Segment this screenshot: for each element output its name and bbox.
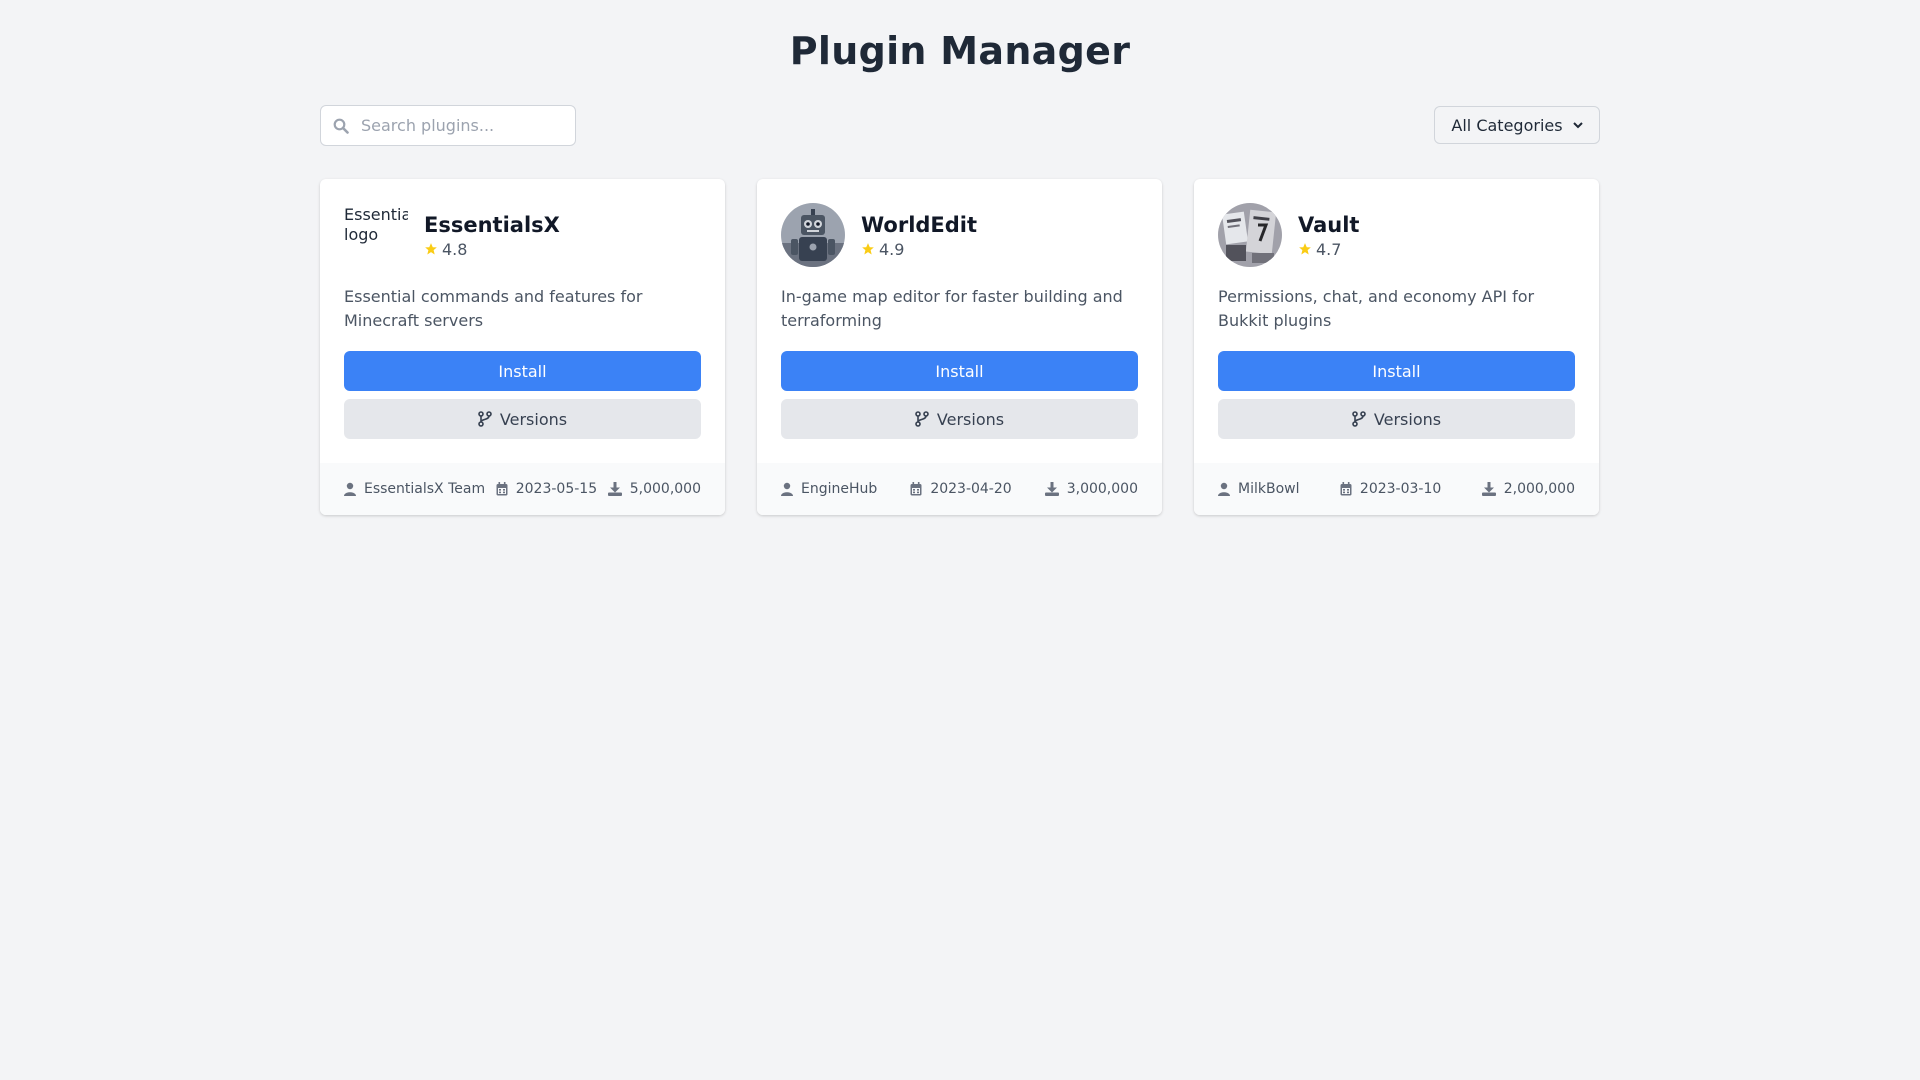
plugin-name: EssentialsX bbox=[424, 212, 560, 237]
release-date: 2023-04-20 bbox=[930, 481, 1012, 497]
download-icon bbox=[607, 482, 622, 496]
plugin-rating: 4.8 bbox=[424, 240, 560, 259]
plugin-downloads: 2,000,000 bbox=[1481, 481, 1575, 497]
versions-button[interactable]: Versions bbox=[781, 399, 1138, 439]
user-icon bbox=[344, 482, 356, 496]
plugin-card-footer: EssentialsX Team 2023-05-15 5,000,000 bbox=[320, 463, 725, 515]
versions-button[interactable]: Versions bbox=[344, 399, 701, 439]
plugin-downloads: 5,000,000 bbox=[607, 481, 701, 497]
download-count: 3,000,000 bbox=[1066, 481, 1138, 497]
plugin-author: EssentialsX Team bbox=[344, 481, 485, 497]
versions-button[interactable]: Versions bbox=[1218, 399, 1575, 439]
plugin-date: 2023-04-20 bbox=[910, 481, 1012, 497]
calendar-icon bbox=[910, 482, 922, 496]
search-icon bbox=[333, 118, 349, 134]
plugin-card-grid: EssentialsX logo EssentialsX 4.8 Essenti… bbox=[320, 179, 1600, 515]
download-icon bbox=[1481, 482, 1496, 496]
download-count: 2,000,000 bbox=[1503, 481, 1575, 497]
chevron-down-icon bbox=[1572, 122, 1583, 129]
code-branch-icon bbox=[478, 411, 492, 427]
plugin-card-footer: EngineHub 2023-04-20 3,000,000 bbox=[757, 463, 1162, 515]
plugin-description: Essential commands and features for Mine… bbox=[344, 287, 643, 330]
plugin-description: In-game map editor for faster building a… bbox=[781, 287, 1123, 330]
release-date: 2023-05-15 bbox=[515, 481, 598, 497]
plugin-author: EngineHub bbox=[781, 481, 877, 497]
code-branch-icon bbox=[915, 411, 929, 427]
rating-value: 4.7 bbox=[1316, 239, 1342, 259]
plugin-description: Permissions, chat, and economy API for B… bbox=[1218, 287, 1535, 330]
robot-logo-image bbox=[781, 203, 845, 267]
star-icon bbox=[1299, 243, 1311, 255]
plugin-name: Vault bbox=[1298, 212, 1360, 237]
category-select-value: All Categories bbox=[1451, 115, 1563, 135]
vault-logo-image bbox=[1218, 203, 1282, 267]
plugin-rating: 4.9 bbox=[861, 240, 977, 259]
star-icon bbox=[862, 243, 874, 255]
plugin-logo-broken-image: EssentialsX logo bbox=[344, 205, 408, 244]
calendar-icon bbox=[1340, 482, 1352, 496]
plugin-card-vault: Vault 4.7 Permissions, chat, and economy… bbox=[1194, 179, 1599, 515]
plugin-name: WorldEdit bbox=[861, 212, 978, 237]
install-button[interactable]: Install bbox=[781, 351, 1138, 391]
code-branch-icon bbox=[1352, 411, 1366, 427]
toolbar: All Categories bbox=[320, 104, 1600, 146]
release-date: 2023-03-10 bbox=[1359, 481, 1442, 497]
rating-value: 4.9 bbox=[879, 239, 905, 259]
versions-button-label: Versions bbox=[1373, 409, 1442, 429]
author-name: EssentialsX Team bbox=[364, 481, 486, 497]
install-button[interactable]: Install bbox=[344, 351, 701, 391]
download-count: 5,000,000 bbox=[629, 481, 701, 497]
plugin-logo bbox=[781, 203, 845, 267]
plugin-downloads: 3,000,000 bbox=[1044, 481, 1138, 497]
plugin-card-worldedit: WorldEdit 4.9 In-game map editor for fas… bbox=[757, 179, 1162, 515]
calendar-icon bbox=[496, 482, 508, 496]
plugin-author: MilkBowl bbox=[1218, 481, 1299, 497]
star-icon bbox=[425, 243, 437, 255]
versions-button-label: Versions bbox=[936, 409, 1005, 429]
user-icon bbox=[1218, 482, 1230, 496]
plugin-card-footer: MilkBowl 2023-03-10 2,000,000 bbox=[1194, 463, 1599, 515]
rating-value: 4.8 bbox=[442, 239, 468, 259]
plugin-logo bbox=[1218, 203, 1282, 267]
plugin-date: 2023-05-15 bbox=[496, 481, 597, 497]
versions-button-label: Versions bbox=[499, 409, 568, 429]
search-box[interactable] bbox=[320, 104, 576, 146]
plugin-card-essentialsx: EssentialsX logo EssentialsX 4.8 Essenti… bbox=[320, 179, 725, 515]
page-title: Plugin Manager bbox=[789, 29, 1131, 73]
search-input[interactable] bbox=[321, 105, 575, 145]
download-icon bbox=[1044, 482, 1059, 496]
plugin-date: 2023-03-10 bbox=[1340, 481, 1441, 497]
install-button[interactable]: Install bbox=[1218, 351, 1575, 391]
author-name: MilkBowl bbox=[1238, 481, 1300, 497]
plugin-rating: 4.7 bbox=[1298, 240, 1359, 259]
plugin-manager-page: Plugin Manager All Categories Essentials… bbox=[320, 0, 1600, 515]
category-select[interactable]: All Categories bbox=[1434, 106, 1600, 144]
author-name: EngineHub bbox=[801, 481, 878, 497]
user-icon bbox=[781, 482, 793, 496]
